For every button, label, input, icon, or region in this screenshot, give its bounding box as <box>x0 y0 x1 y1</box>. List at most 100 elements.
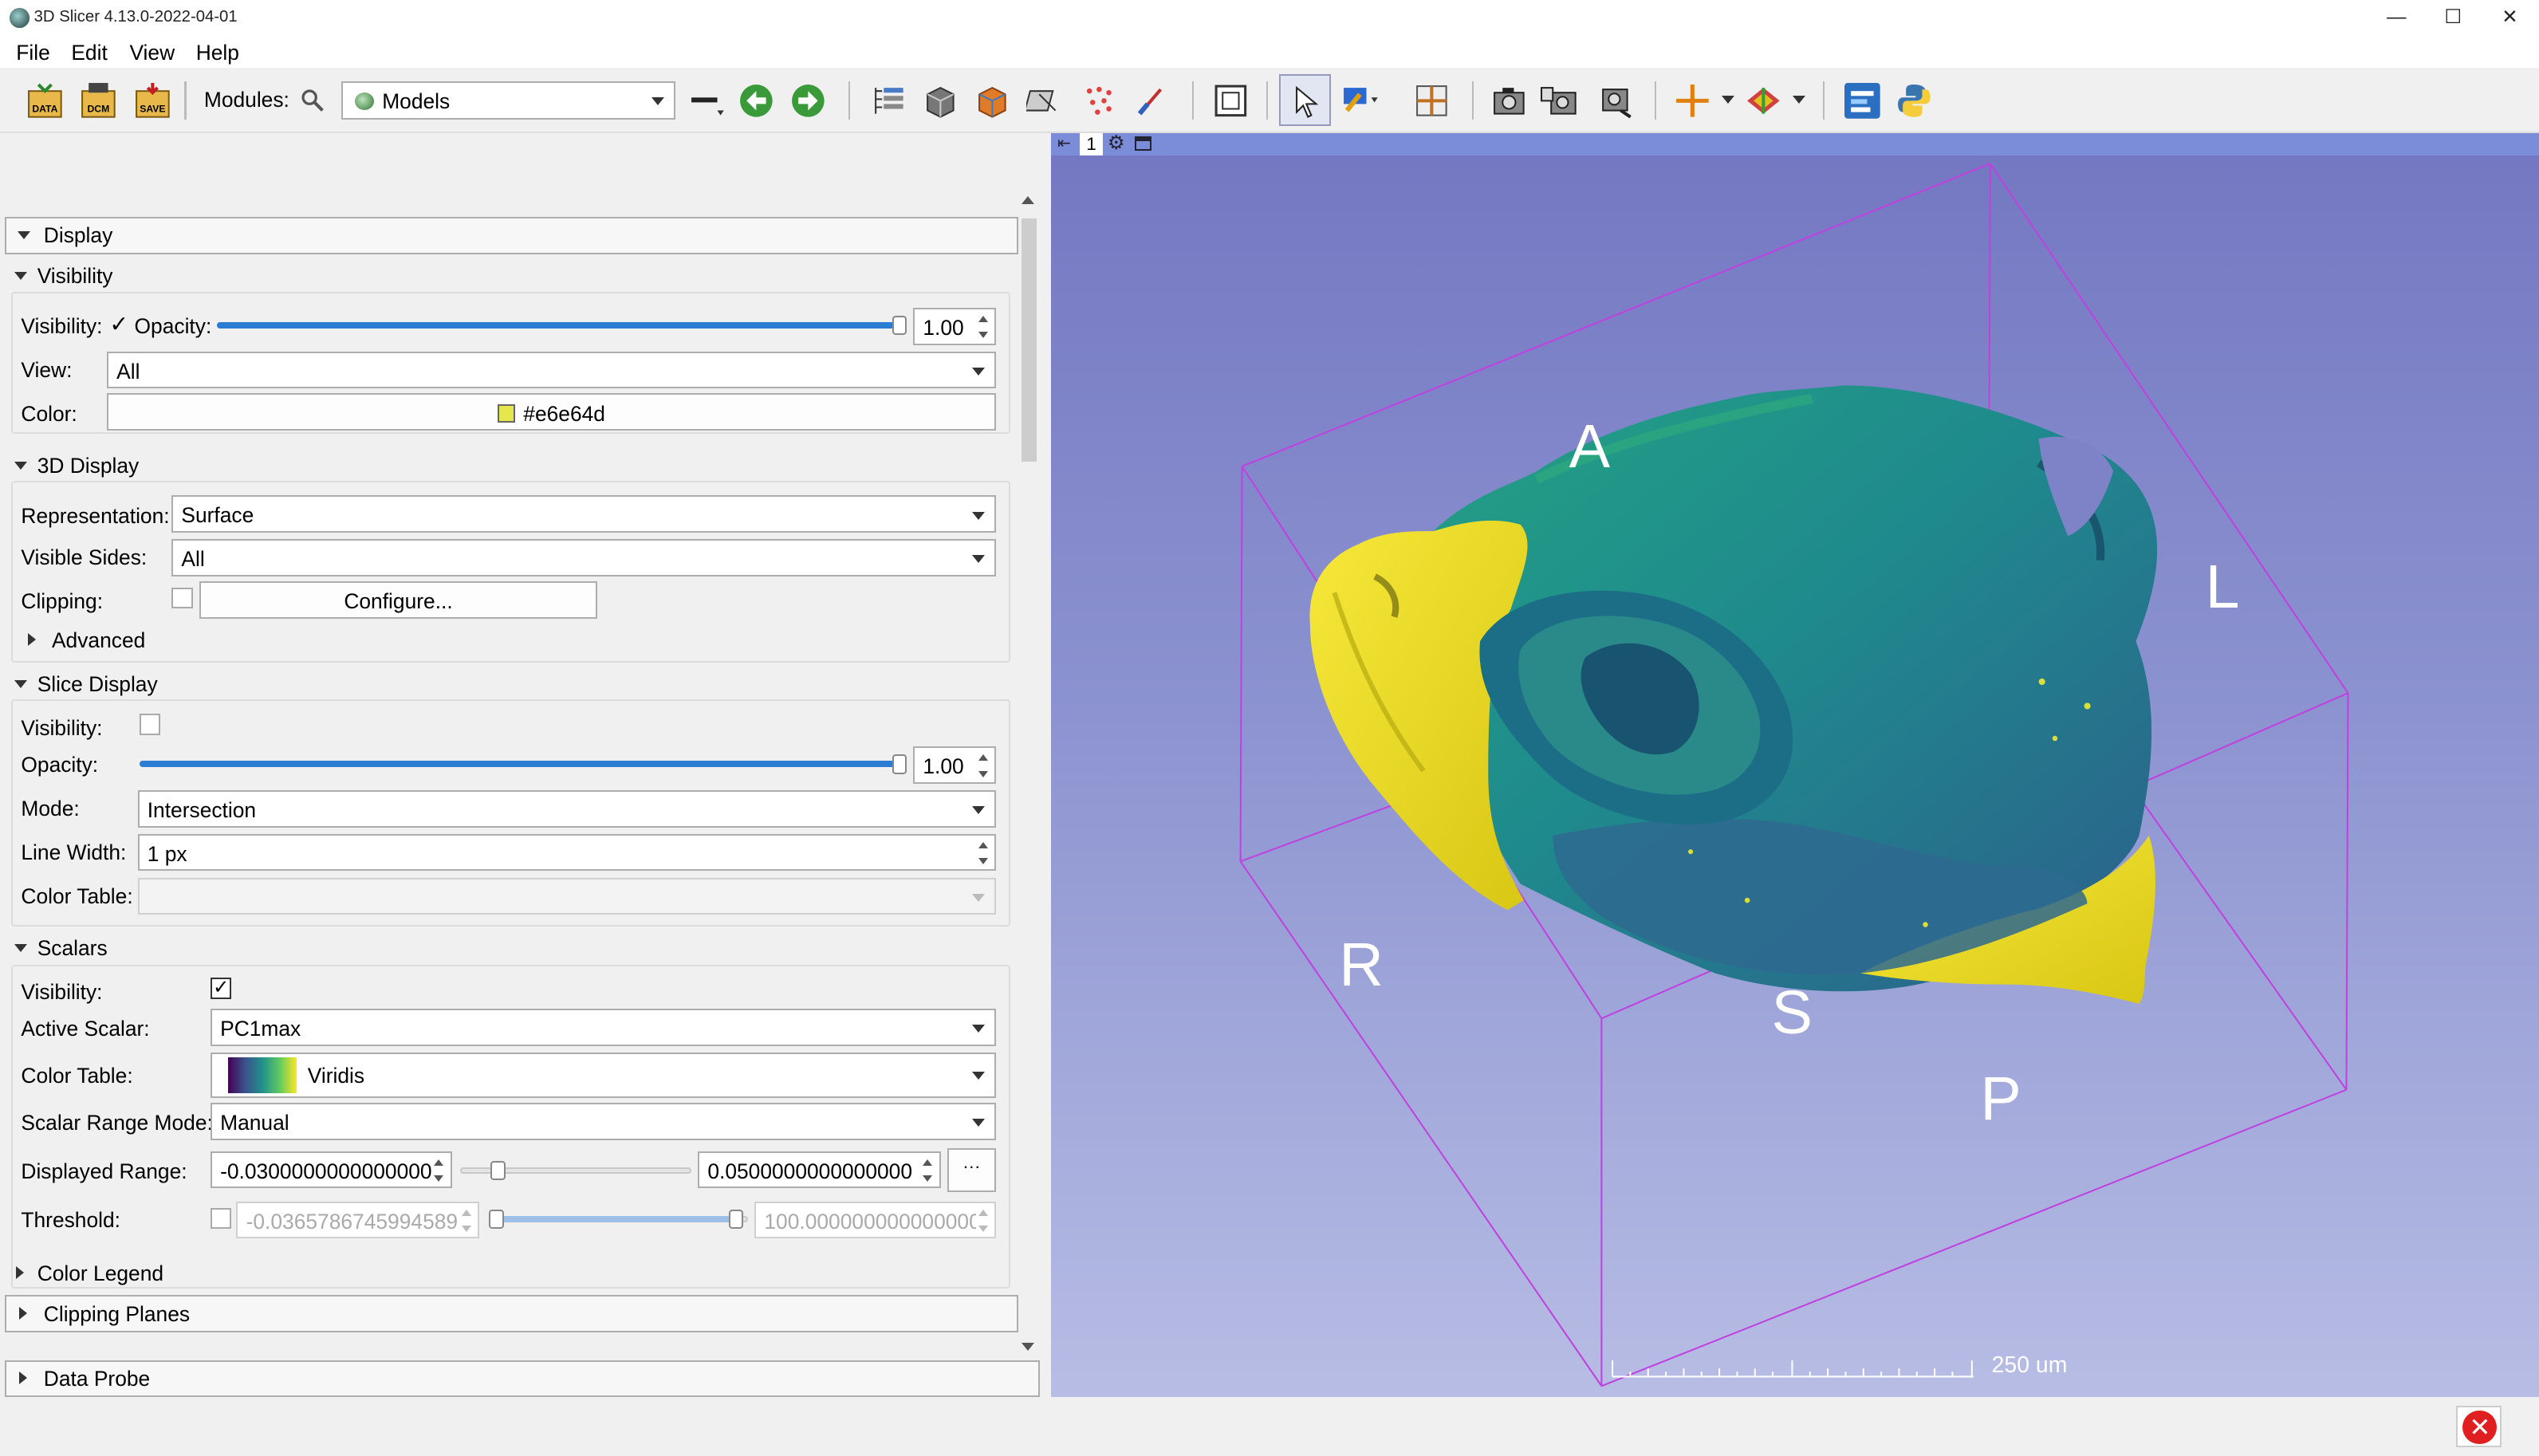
slice-opacity-spinbox[interactable]: 1.00 <box>913 746 996 784</box>
module-panel-scrollbar[interactable] <box>1018 192 1040 1357</box>
orientation-label-p: P <box>1980 1064 2021 1134</box>
scalars-visibility-checkbox[interactable]: ✓ <box>210 978 232 999</box>
forward-icon[interactable] <box>789 81 828 120</box>
configure-clipping-button[interactable]: Configure... <box>199 580 598 619</box>
crosshair-toggle-icon[interactable] <box>1673 81 1712 120</box>
minimize-button[interactable]: — <box>2369 3 2424 33</box>
slice-opacity-slider-fill <box>139 761 907 768</box>
range-more-button[interactable]: ··· <box>947 1147 996 1192</box>
menu-edit[interactable]: Edit <box>71 41 107 65</box>
representation-combo[interactable]: Surface <box>171 495 996 533</box>
mouse-mode-view-transform[interactable] <box>1279 74 1332 127</box>
transforms-icon[interactable] <box>1026 81 1065 120</box>
scalars-subsection-header[interactable]: Scalars <box>5 936 1009 962</box>
threshold-max-handle[interactable] <box>728 1209 744 1230</box>
volumes-icon[interactable] <box>921 81 960 120</box>
spin-arrows-icon[interactable] <box>976 314 990 340</box>
display-section-header[interactable]: Display <box>5 217 1019 254</box>
3d-display-subsection-header[interactable]: 3D Display <box>5 454 1009 479</box>
maximize-button[interactable]: ☐ <box>2426 3 2481 33</box>
menu-view[interactable]: View <box>129 41 175 65</box>
color-legend-subsection-header[interactable]: Color Legend <box>5 1261 1009 1287</box>
markups-icon[interactable] <box>1080 81 1119 120</box>
spin-arrows-icon[interactable] <box>976 1208 990 1234</box>
color-picker-button[interactable]: #e6e64d <box>107 393 996 431</box>
expand-arrow-icon <box>16 1265 25 1279</box>
gear-icon[interactable]: ⚙ <box>1108 131 1125 155</box>
opacity-spinbox[interactable]: 1.00 <box>913 307 996 345</box>
chevron-down-icon[interactable] <box>1792 95 1805 104</box>
opacity-slider[interactable] <box>217 315 907 336</box>
close-button[interactable]: ✕ <box>2482 3 2537 33</box>
opacity-slider-handle[interactable] <box>892 315 907 336</box>
layout-icon[interactable] <box>1211 81 1250 120</box>
advanced-label: Advanced <box>51 628 146 652</box>
threshold-max-spinbox[interactable]: 100.000000000000000 <box>754 1201 996 1239</box>
range-slider-handle[interactable] <box>490 1160 506 1181</box>
clipping-planes-section-header[interactable]: Clipping Planes <box>5 1295 1019 1333</box>
range-max-spinbox[interactable]: 0.0500000000000000 <box>698 1151 941 1189</box>
scrollbar-thumb[interactable] <box>1022 218 1037 462</box>
module-history-icon[interactable] <box>688 81 727 120</box>
data-probe-section-header[interactable]: Data Probe <box>5 1360 1040 1398</box>
module-selector[interactable]: Models <box>341 81 675 120</box>
editor-icon[interactable] <box>1133 81 1172 120</box>
dcm-icon[interactable]: DCM <box>79 81 118 120</box>
scalar-range-mode-combo[interactable]: Manual <box>210 1102 996 1140</box>
slice-display-subsection-header[interactable]: Slice Display <box>5 672 1009 698</box>
slice-color-table-combo[interactable] <box>137 877 996 915</box>
clipping-label: Clipping: <box>21 589 104 614</box>
menu-file[interactable]: File <box>16 41 50 65</box>
error-log-button[interactable]: ✕ <box>2456 1405 2502 1448</box>
visible-sides-combo[interactable]: All <box>171 539 996 576</box>
advanced-subsection-header[interactable]: Advanced <box>21 628 995 654</box>
scene-restore-icon[interactable] <box>1595 81 1634 120</box>
pin-icon[interactable]: ⇤ <box>1057 133 1071 153</box>
3d-view[interactable]: A L R S P 250 um <box>1050 155 2539 1398</box>
slice-intersections-icon[interactable] <box>1744 81 1783 120</box>
scroll-down-icon[interactable] <box>1022 1342 1035 1351</box>
data-tree-icon[interactable] <box>869 81 908 120</box>
spin-arrows-icon[interactable] <box>976 840 990 866</box>
screenshot-icon[interactable] <box>1490 81 1529 120</box>
chevron-down-icon[interactable] <box>1721 95 1734 104</box>
threshold-min-handle[interactable] <box>489 1209 504 1230</box>
chevron-down-icon <box>971 555 985 564</box>
slice-opacity-slider-handle[interactable] <box>892 754 907 774</box>
models-icon[interactable] <box>973 81 1012 120</box>
displayed-range-slider[interactable] <box>459 1160 692 1181</box>
maximize-view-icon[interactable] <box>1135 136 1151 151</box>
svg-text:SAVE: SAVE <box>140 103 165 114</box>
threshold-min-spinbox[interactable]: -0.0365786745994589 <box>236 1201 480 1239</box>
search-icon[interactable] <box>300 88 325 113</box>
spin-arrows-icon[interactable] <box>976 753 990 778</box>
place-fiducial-icon[interactable] <box>1340 81 1380 120</box>
menu-help[interactable]: Help <box>196 41 239 65</box>
crosshair-icon[interactable] <box>1412 81 1451 120</box>
slice-visibility-checkbox[interactable] <box>139 714 161 735</box>
scene-view-icon[interactable] <box>1540 81 1579 120</box>
python-icon[interactable] <box>1895 81 1934 120</box>
scroll-up-icon[interactable] <box>1022 195 1035 204</box>
clipping-checkbox[interactable] <box>171 588 193 609</box>
active-scalar-combo[interactable]: PC1max <box>210 1009 996 1046</box>
back-icon[interactable] <box>737 81 776 120</box>
spin-arrows-icon[interactable] <box>921 1158 935 1183</box>
data-icon[interactable]: DATA <box>26 81 65 120</box>
3d-display-subsection-label: 3D Display <box>37 453 140 478</box>
threshold-slider[interactable] <box>489 1209 749 1230</box>
scalars-color-table-combo[interactable]: Viridis <box>210 1052 996 1098</box>
slice-opacity-slider[interactable] <box>139 754 907 774</box>
line-width-spinbox[interactable]: 1 px <box>137 833 996 872</box>
visibility-subsection-header[interactable]: Visibility <box>5 264 1009 289</box>
spin-arrows-icon[interactable] <box>460 1208 474 1234</box>
extension-manager-icon[interactable] <box>1843 81 1882 120</box>
slice-mode-combo[interactable]: Intersection <box>137 789 996 828</box>
save-icon[interactable]: SAVE <box>133 81 172 120</box>
range-min-spinbox[interactable]: -0.0300000000000000 <box>210 1151 452 1189</box>
scale-ruler <box>1612 1360 1974 1378</box>
spin-arrows-icon[interactable] <box>432 1158 447 1183</box>
view-combo[interactable]: All <box>107 351 996 389</box>
threshold-checkbox[interactable] <box>210 1207 232 1230</box>
visibility-checkbox[interactable]: ✓ <box>108 313 129 336</box>
